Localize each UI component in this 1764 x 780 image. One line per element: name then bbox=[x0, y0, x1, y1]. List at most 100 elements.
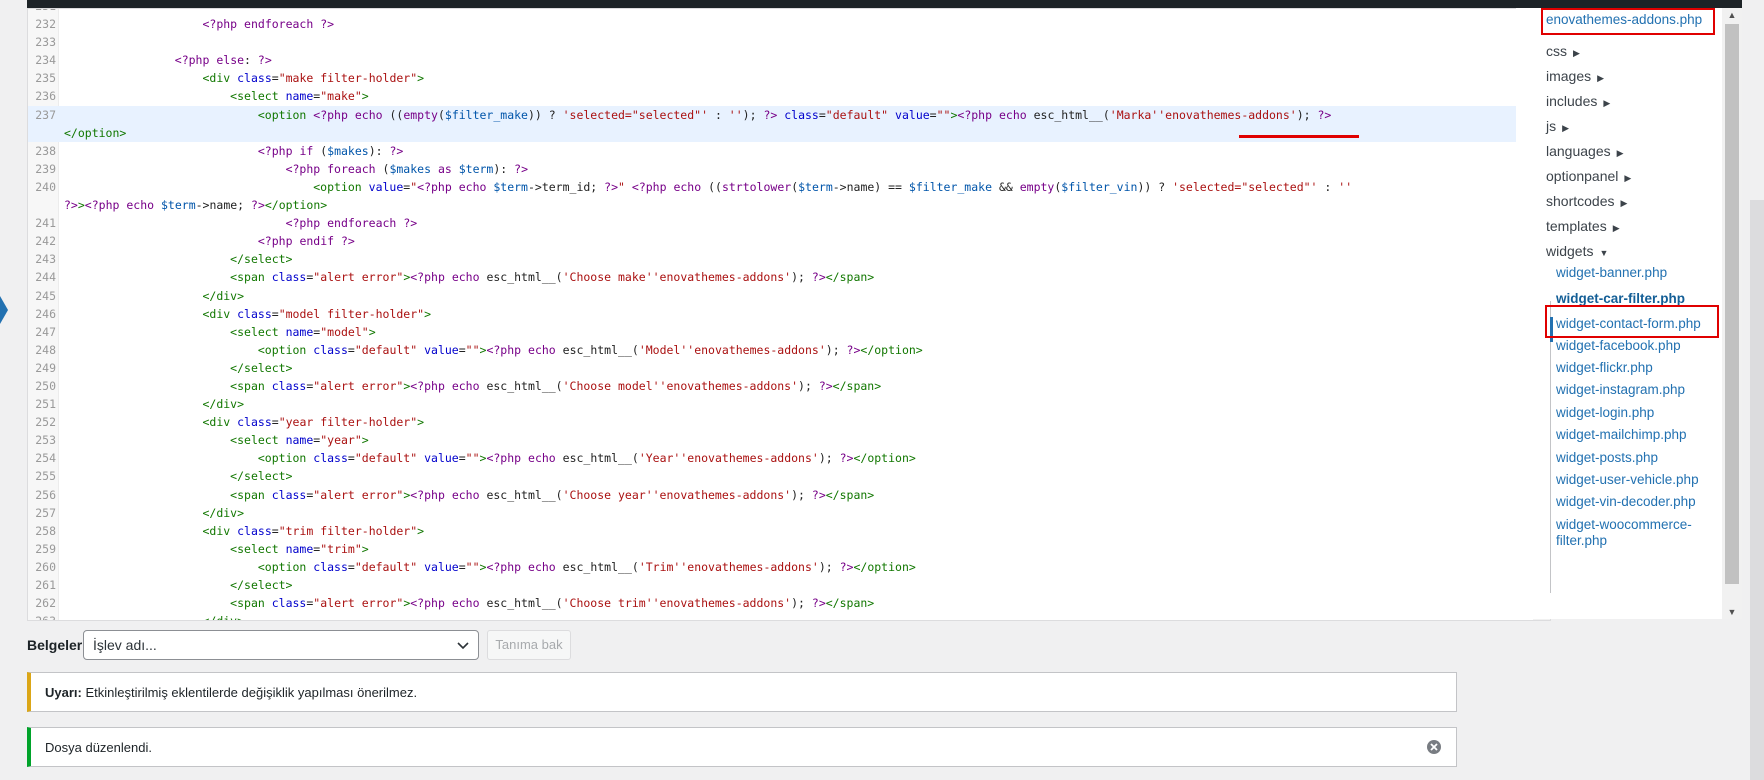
page-scrollbar[interactable] bbox=[1742, 0, 1764, 780]
code-line[interactable]: 256 <span class="alert error"><?php echo… bbox=[28, 486, 1532, 504]
code-line[interactable]: 251 </div> bbox=[28, 395, 1532, 413]
code-token: $term bbox=[161, 198, 196, 213]
code-line[interactable]: 241 <?php endforeach ?> bbox=[28, 214, 1532, 232]
code-line[interactable]: 244 <span class="alert error"><?php echo… bbox=[28, 268, 1532, 286]
code-line[interactable]: 236 <select name="make"> bbox=[28, 87, 1532, 105]
code-line[interactable]: 250 <span class="alert error"><?php echo… bbox=[28, 377, 1532, 395]
code-line[interactable]: 248 <option class="default" value=""><?p… bbox=[28, 341, 1532, 359]
tree-folder-templates[interactable]: templates ▶ bbox=[1546, 218, 1620, 234]
code-token: 'Choose trim' bbox=[562, 596, 653, 611]
code-token: (( bbox=[701, 179, 722, 194]
code-token: 'enovathemes-addons' bbox=[659, 378, 799, 393]
code-line[interactable]: 238 <?php if ($makes): ?> bbox=[28, 142, 1532, 160]
code-token: 'enovathemes-addons' bbox=[652, 487, 792, 502]
tree-file-link[interactable]: widget-instagram.php bbox=[1556, 382, 1685, 397]
function-name-select[interactable]: İşlev adı... bbox=[83, 630, 479, 660]
tree-scrollbar-thumb[interactable] bbox=[1725, 24, 1739, 584]
code-line[interactable]: 231 bbox=[28, 9, 1532, 15]
tree-file-link[interactable]: widget-posts.php bbox=[1556, 450, 1658, 465]
code-line[interactable]: 232 <?php endforeach ?> bbox=[28, 15, 1532, 33]
code-token: ?> bbox=[811, 487, 826, 502]
tree-scroll-down-icon[interactable]: ▼ bbox=[1722, 607, 1742, 617]
tree-folder-css[interactable]: css ▶ bbox=[1546, 43, 1580, 59]
tree-folder-widgets[interactable]: widgets ▼ bbox=[1546, 243, 1608, 259]
tree-folder-shortcodes[interactable]: shortcodes ▶ bbox=[1546, 193, 1627, 209]
tree-file-link[interactable]: widget-car-filter.php bbox=[1556, 291, 1685, 306]
code-token: esc_html__( bbox=[555, 559, 639, 574]
code-line[interactable]: 235 <div class="make filter-holder"> bbox=[28, 69, 1532, 87]
tree-file-link[interactable]: widget-flickr.php bbox=[1556, 360, 1653, 375]
code-token: "alert error" bbox=[313, 596, 404, 611]
code-token: 'enovathemes-addons' bbox=[680, 451, 819, 466]
tree-file-link[interactable]: widget-user-vehicle.php bbox=[1556, 472, 1699, 487]
code-token: echo bbox=[451, 487, 480, 502]
tree-folder-includes[interactable]: includes ▶ bbox=[1546, 93, 1610, 109]
lookup-button[interactable]: Tanıma bak bbox=[487, 630, 571, 660]
code-line[interactable]: 259 <select name="trim"> bbox=[28, 540, 1532, 558]
code-line[interactable]: 252 <div class="year filter-holder"> bbox=[28, 413, 1532, 431]
code-line[interactable]: 246 <div class="model filter-holder"> bbox=[28, 305, 1532, 323]
code-text: <div class="model filter-holder"> bbox=[64, 305, 1532, 323]
page-scrollbar-thumb[interactable] bbox=[1750, 200, 1764, 780]
code-line[interactable]: 242 <?php endif ?> bbox=[28, 232, 1532, 250]
code-text: <option <?php echo ((empty($filter_make)… bbox=[64, 106, 1532, 124]
code-token: && bbox=[992, 179, 1020, 194]
code-line[interactable]: 261 </select> bbox=[28, 576, 1532, 594]
tree-scroll-up-icon[interactable]: ▲ bbox=[1722, 10, 1742, 20]
code-line[interactable]: 240 <option value="<?php echo $term->ter… bbox=[28, 178, 1532, 214]
tree-folder-optionpanel[interactable]: optionpanel ▶ bbox=[1546, 168, 1631, 184]
tree-file-link[interactable]: widget-login.php bbox=[1556, 405, 1654, 420]
code-token: class bbox=[271, 596, 307, 611]
code-line[interactable]: 239 <?php foreach ($makes as $term): ?> bbox=[28, 160, 1532, 178]
code-line[interactable]: 245 </div> bbox=[28, 287, 1532, 305]
code-line[interactable]: 258 <div class="trim filter-holder"> bbox=[28, 522, 1532, 540]
code-line[interactable]: 253 <select name="year"> bbox=[28, 431, 1532, 449]
code-line[interactable]: 257 </div> bbox=[28, 504, 1532, 522]
code-editor[interactable]: 231232 <?php endforeach ?>233234 <?php e… bbox=[27, 8, 1551, 621]
code-token: 'Model' bbox=[638, 342, 688, 357]
tree-file-link[interactable]: widget-woocommerce- bbox=[1556, 517, 1692, 532]
tree-file-link[interactable]: filter.php bbox=[1556, 533, 1607, 548]
tree-file-link[interactable]: widget-mailchimp.php bbox=[1556, 427, 1687, 442]
code-token: "" bbox=[936, 107, 951, 122]
code-line[interactable]: 254 <option class="default" value=""><?p… bbox=[28, 449, 1532, 467]
code-token: <?php bbox=[957, 107, 993, 122]
tree-scrollbar[interactable]: ▲ ▼ bbox=[1722, 8, 1742, 619]
code-token: " bbox=[618, 179, 625, 194]
code-line[interactable]: 233 bbox=[28, 33, 1532, 51]
code-text: </div> bbox=[64, 395, 1532, 413]
dismiss-notice-icon[interactable] bbox=[1426, 739, 1442, 755]
code-line[interactable]: 260 <option class="default" value=""><?p… bbox=[28, 558, 1532, 576]
tree-file-link[interactable]: widget-banner.php bbox=[1556, 265, 1667, 280]
code-line[interactable]: 262 <span class="alert error"><?php echo… bbox=[28, 594, 1532, 612]
code-line[interactable]: 247 <select name="model"> bbox=[28, 323, 1532, 341]
tree-file-link[interactable]: widget-facebook.php bbox=[1556, 338, 1681, 353]
code-token: > bbox=[361, 541, 369, 556]
code-text: <select name="model"> bbox=[64, 323, 1532, 341]
code-token: </div> bbox=[202, 288, 245, 303]
code-line[interactable]: 249 </select> bbox=[28, 359, 1532, 377]
code-line[interactable]: 263 </div> bbox=[28, 612, 1532, 620]
code-line[interactable]: 243 </select> bbox=[28, 250, 1532, 268]
code-line[interactable]: 255 </select> bbox=[28, 467, 1532, 485]
tree-file-link[interactable]: widget-vin-decoder.php bbox=[1556, 494, 1696, 509]
code-token: value bbox=[368, 179, 404, 194]
tree-folder-images[interactable]: images ▶ bbox=[1546, 68, 1604, 84]
code-token: = bbox=[347, 451, 355, 466]
tree-folder-js[interactable]: js ▶ bbox=[1546, 118, 1569, 134]
code-token: echo bbox=[673, 179, 702, 194]
code-line[interactable]: 234 <?php else: ?> bbox=[28, 51, 1532, 69]
code-lines[interactable]: 231232 <?php endforeach ?>233234 <?php e… bbox=[28, 9, 1532, 620]
tree-folder-languages[interactable]: languages ▶ bbox=[1546, 143, 1624, 159]
code-token: "default" bbox=[354, 451, 418, 466]
